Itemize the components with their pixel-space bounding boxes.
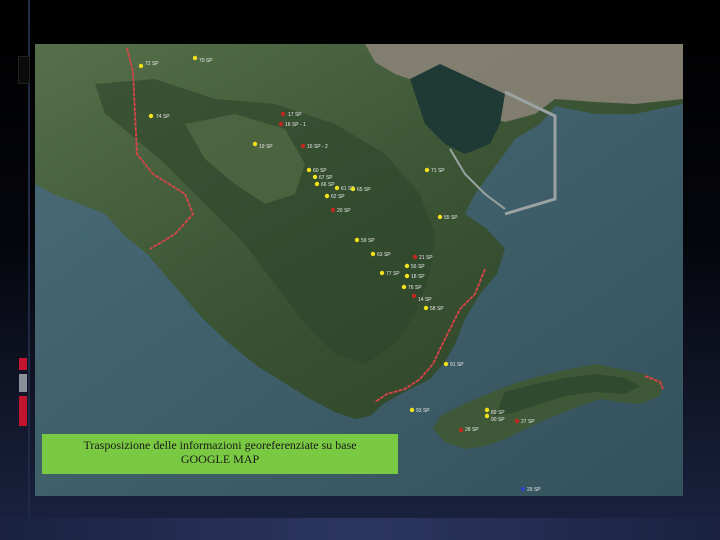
marker xyxy=(424,167,430,173)
marker-label: 90 SP xyxy=(491,417,505,423)
accent-gray-bar xyxy=(19,374,27,392)
marker xyxy=(401,284,407,290)
marker-label: 29 SP xyxy=(527,487,541,493)
marker-label: 14 SP xyxy=(418,297,432,303)
marker-label: 58 SP xyxy=(430,306,444,312)
marker xyxy=(300,143,306,149)
marker-label: 66 SP xyxy=(321,182,335,188)
marker xyxy=(379,270,385,276)
marker-label: 63 SP xyxy=(377,252,391,258)
marker-label: 16 SP - 2 xyxy=(307,144,328,150)
map-image: 72 SP 70 SP 74 SP 17 SP 16 SP - 1 19 SP … xyxy=(35,44,683,496)
marker xyxy=(412,254,418,260)
accent-red-bar-long xyxy=(19,396,27,426)
marker-label: 71 SP xyxy=(431,168,445,174)
marker-label: 70 SP xyxy=(199,58,213,64)
marker xyxy=(404,263,410,269)
marker xyxy=(148,113,154,119)
marker xyxy=(354,237,360,243)
marker xyxy=(306,167,312,173)
marker-label: 17 SP xyxy=(288,112,302,118)
marker-label: 67 SP xyxy=(319,175,333,181)
slide-bullet-marker xyxy=(18,56,30,84)
map-caption: Trasposizione delle informazioni georefe… xyxy=(42,434,398,474)
marker-label: 89 SP xyxy=(491,410,505,416)
marker xyxy=(192,55,198,61)
marker-label: 65 SP xyxy=(357,187,371,193)
marker xyxy=(520,486,526,492)
marker xyxy=(514,418,520,424)
marker-label: 18 SP xyxy=(411,274,425,280)
marker-label: 55 SP xyxy=(444,215,458,221)
marker xyxy=(330,207,336,213)
marker-label: 77 SP xyxy=(386,271,400,277)
marker xyxy=(484,413,490,419)
marker xyxy=(409,407,415,413)
marker-label: 76 SP xyxy=(408,285,422,291)
marker-label: 20 SP xyxy=(337,208,351,214)
marker-label: 91 SP xyxy=(450,362,464,368)
marker-label: 62 SP xyxy=(331,194,345,200)
marker-label: 60 SP xyxy=(313,168,327,174)
marker xyxy=(278,121,284,127)
marker-label: 72 SP xyxy=(145,61,159,67)
marker-label: 19 SP xyxy=(259,144,273,150)
slide-bottom-band xyxy=(0,518,720,540)
marker xyxy=(423,305,429,311)
caption-line-2: GOOGLE MAP xyxy=(180,452,260,466)
marker-label: 28 SP xyxy=(465,427,479,433)
marker xyxy=(138,63,144,69)
marker xyxy=(437,214,443,220)
marker-label: 27 SP xyxy=(521,419,535,425)
marker-label: 93 SP xyxy=(416,408,430,414)
marker xyxy=(443,361,449,367)
accent-red-bar xyxy=(19,358,27,370)
marker xyxy=(350,186,356,192)
marker-label: 56 SP xyxy=(411,264,425,270)
satellite-map: 72 SP 70 SP 74 SP 17 SP 16 SP - 1 19 SP … xyxy=(35,44,683,496)
marker-label: 16 SP - 1 xyxy=(285,122,306,128)
marker xyxy=(458,427,464,433)
marker-label: 59 SP xyxy=(361,238,375,244)
marker xyxy=(312,174,318,180)
marker-label: 21 SP xyxy=(419,255,433,261)
marker xyxy=(404,273,410,279)
marker xyxy=(484,407,490,413)
marker xyxy=(370,251,376,257)
marker xyxy=(252,141,258,147)
marker xyxy=(334,185,340,191)
marker xyxy=(324,193,330,199)
marker-label: 74 SP xyxy=(156,114,170,120)
marker xyxy=(280,111,286,117)
caption-line-1: Trasposizione delle informazioni georefe… xyxy=(83,438,357,452)
marker xyxy=(411,293,417,299)
marker xyxy=(314,181,320,187)
